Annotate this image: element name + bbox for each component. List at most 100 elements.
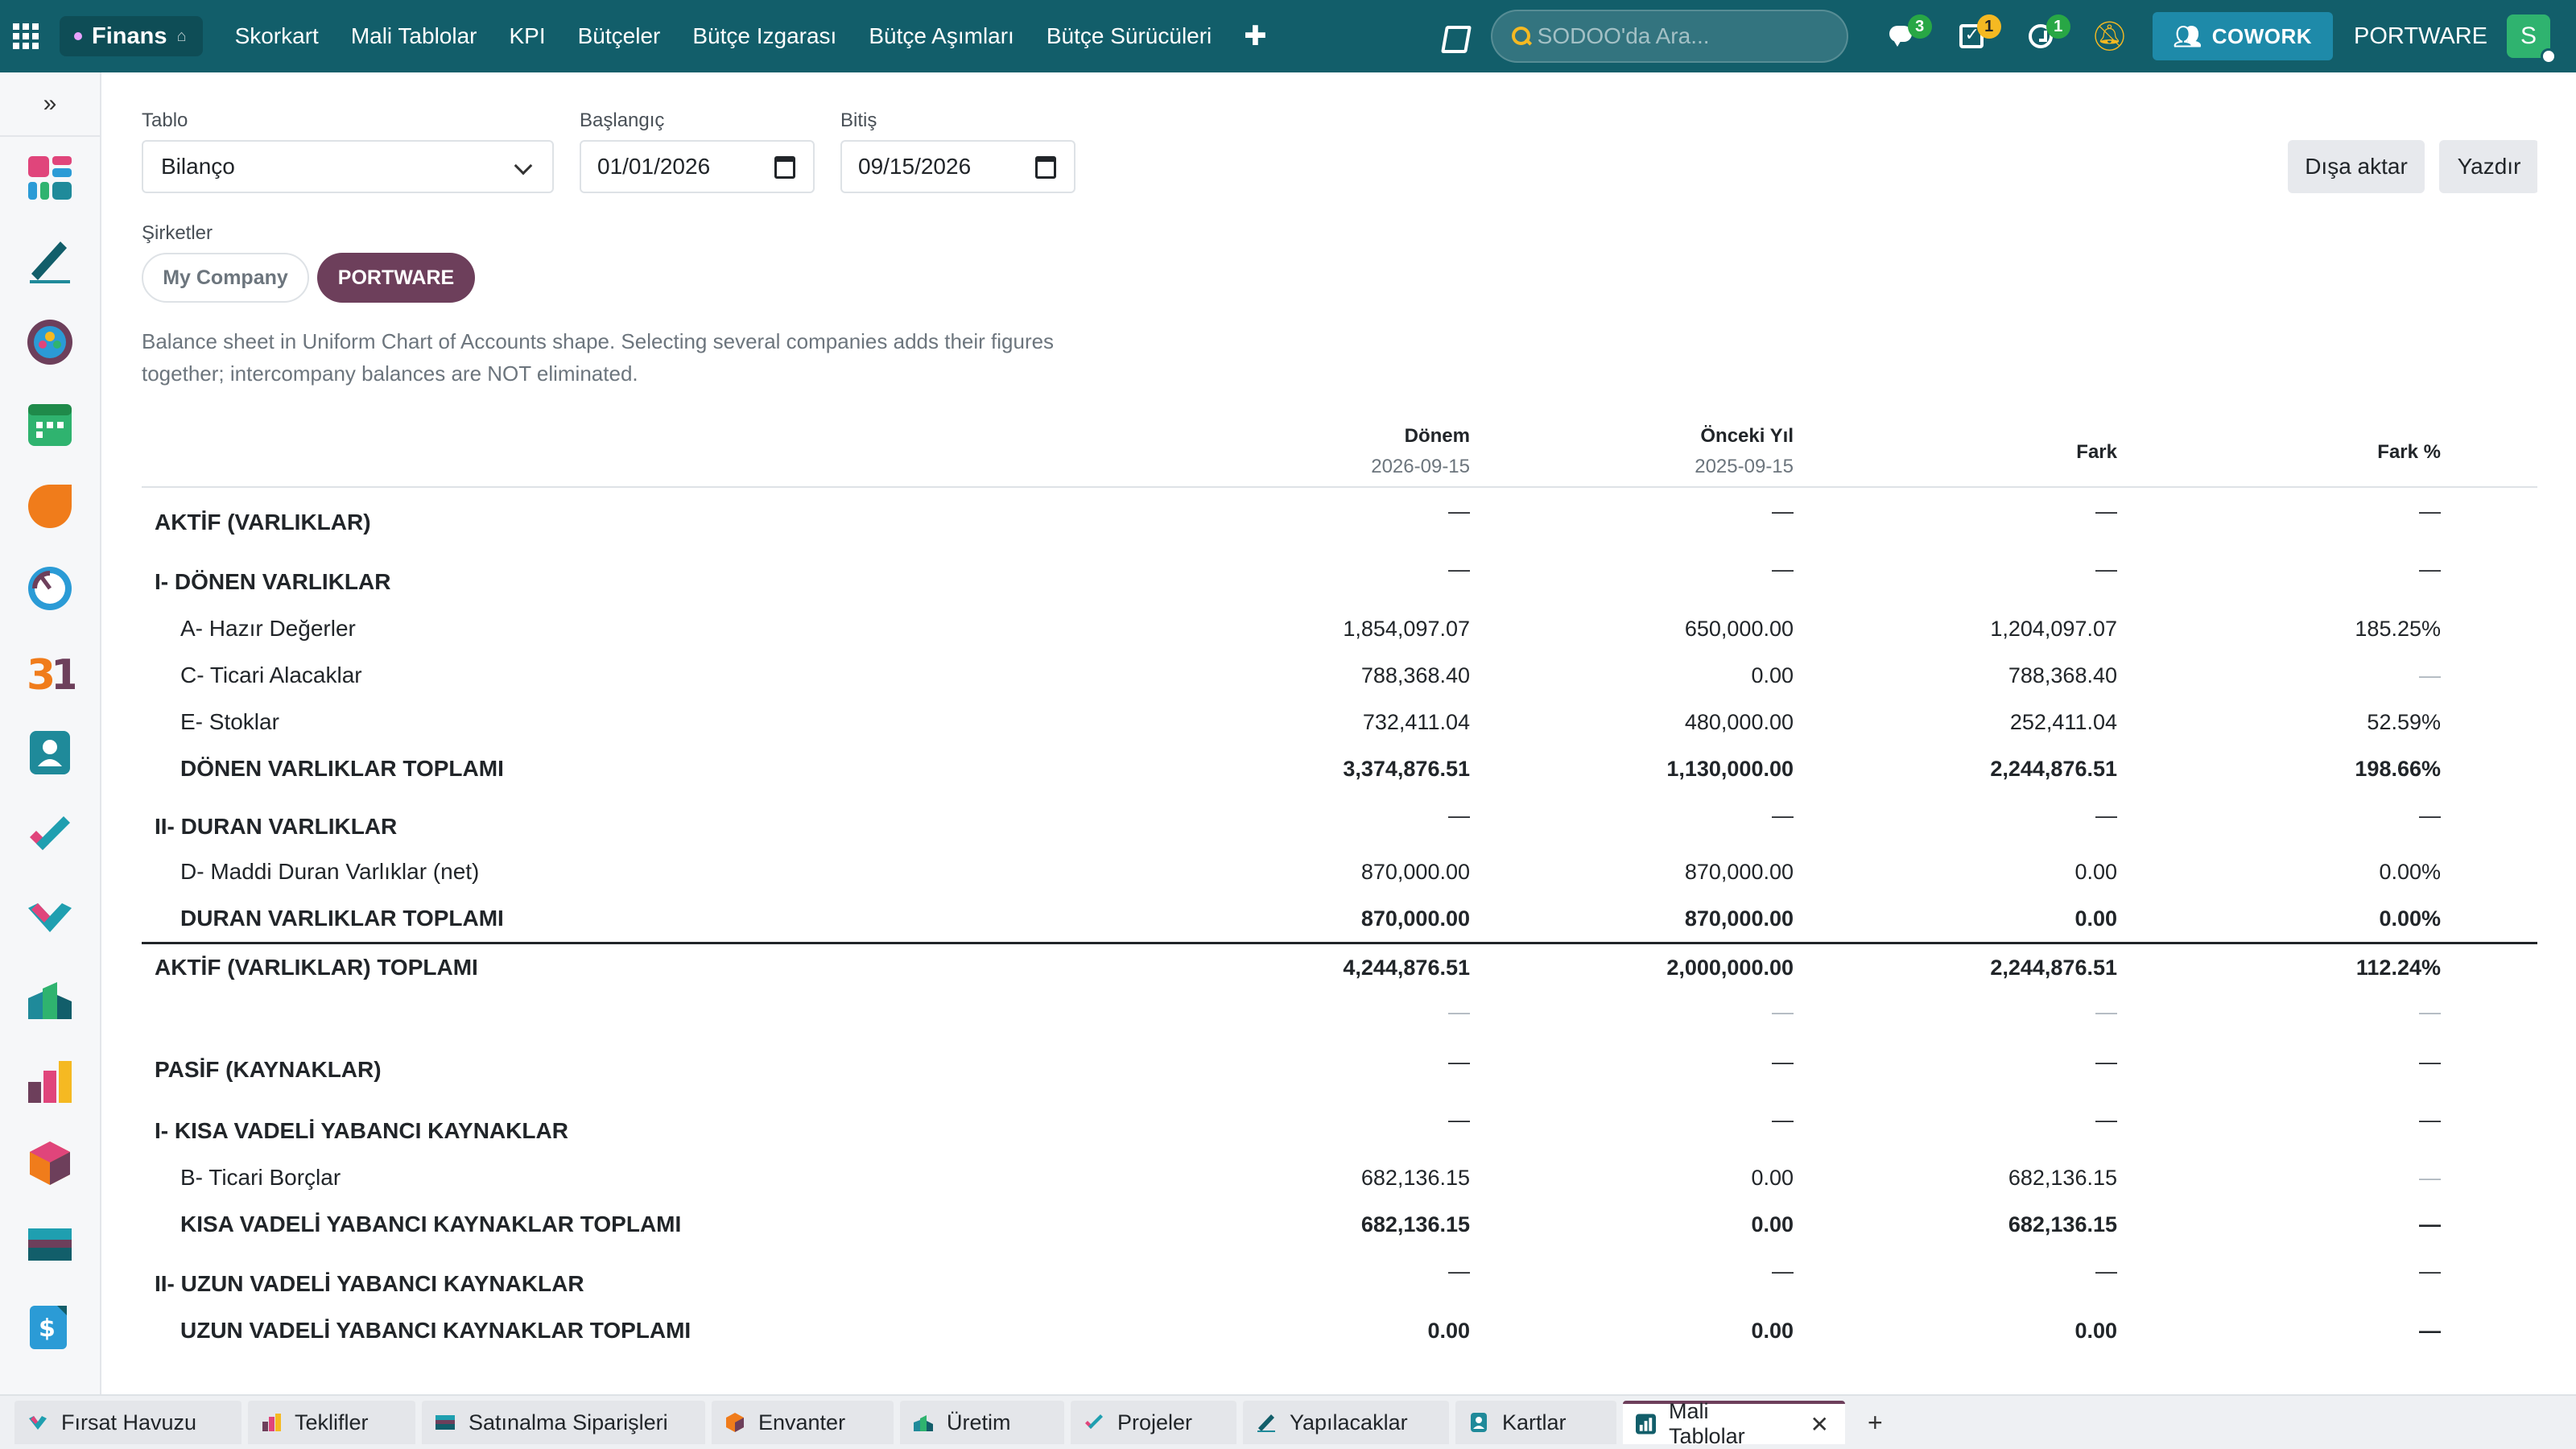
calendar-icon[interactable] (1035, 156, 1056, 179)
company-chip-portware[interactable]: PORTWARE (317, 253, 475, 303)
cell-fark-yuzde: 0.00% (2379, 906, 2441, 931)
todo-icon (1257, 1414, 1275, 1432)
menu-butce-suruculeri[interactable]: Bütçe Sürücüleri (1030, 0, 1228, 72)
sidebar-app-date[interactable]: 3 1 (0, 630, 100, 712)
cell-fark: — (2095, 556, 2117, 581)
sales-icon (262, 1414, 281, 1431)
cell-fark-yuzde: — (2419, 1258, 2441, 1283)
user-avatar[interactable]: S (2507, 14, 2557, 64)
row-label: C- Ticari Alacaklar (180, 663, 362, 687)
tab-label: Üretim (947, 1410, 1011, 1435)
menu-skorkart[interactable]: Skorkart (219, 0, 335, 72)
cell-donem: — (1448, 803, 1470, 828)
add-menu-icon[interactable]: ✚ (1228, 20, 1283, 52)
tab-label: Kartlar (1502, 1410, 1567, 1435)
end-date-label: Bitiş (840, 109, 877, 131)
cowork-button[interactable]: 👥︎ COWORK (2152, 12, 2334, 60)
cell-fark-yuzde: — (2419, 999, 2441, 1024)
table-row: E- Stoklar 732,411.04 480,000.00 252,411… (142, 699, 2537, 745)
purchase-icon (436, 1415, 455, 1430)
sidebar-app-reporting[interactable] (0, 1040, 100, 1122)
menu-mali-tablolar[interactable]: Mali Tablolar (335, 0, 493, 72)
table-select[interactable]: Bilanço (142, 140, 554, 193)
app-dot-icon (74, 32, 82, 40)
search-bar[interactable] (1490, 10, 1848, 63)
grid-icon (13, 23, 39, 49)
cell-fark: 1,204,097.07 (1990, 616, 2117, 641)
cell-onceki-yil: 0.00 (1751, 1165, 1794, 1190)
cell-donem: 732,411.04 (1362, 709, 1470, 734)
tab-uretim[interactable]: Üretim (900, 1401, 1064, 1444)
row-label: AKTİF (VARLIKLAR) (155, 510, 371, 535)
table-row: AKTİF (VARLIKLAR) — — — — (142, 488, 2537, 546)
tab-kartlar[interactable]: Kartlar (1455, 1401, 1616, 1444)
sidebar-app-dashboard[interactable] (0, 137, 100, 219)
expand-sidebar-button[interactable]: » (0, 72, 100, 137)
tab-yapilacaklar[interactable]: Yapılacaklar (1243, 1401, 1449, 1444)
open-tabs-bar: Fırsat Havuzu Teklifler Satınalma Sipari… (0, 1394, 2576, 1449)
tab-projeler[interactable]: Projeler (1071, 1401, 1236, 1444)
sidebar-app-inventory[interactable] (0, 1122, 100, 1204)
tab-label: Envanter (758, 1410, 846, 1435)
row-label: I- DÖNEN VARLIKLAR (155, 569, 391, 594)
cell-fark: 2,244,876.51 (1990, 756, 2117, 781)
search-input[interactable] (1537, 23, 1827, 49)
notifications-button[interactable]: 🔕︎ (2075, 0, 2145, 72)
tab-mali-tablolar[interactable]: Mali Tablolar ✕ (1623, 1399, 1845, 1448)
company-chip-my-company[interactable]: My Company (142, 253, 309, 303)
status-dot-icon (2541, 48, 2557, 64)
top-navbar: Finans ⌂ Skorkart Mali Tablolar KPI Bütç… (0, 0, 2576, 72)
cell-donem: 788,368.40 (1360, 663, 1470, 687)
new-tab-plus-icon[interactable]: + (1868, 1408, 1883, 1438)
current-app-pill[interactable]: Finans ⌂ (60, 16, 203, 56)
card-icon (28, 1228, 72, 1261)
end-date-input[interactable]: 09/15/2026 (840, 140, 1075, 193)
row-label: II- DURAN VARLIKLAR (155, 814, 398, 839)
app-menu-button[interactable] (0, 0, 52, 72)
export-button[interactable]: Dışa aktar (2288, 140, 2425, 193)
svg-text:1: 1 (51, 651, 75, 696)
cell-donem: — (1448, 1049, 1470, 1074)
menu-butce-asimlari[interactable]: Bütçe Aşımları (852, 0, 1030, 72)
messages-button[interactable]: 3 (1868, 0, 1937, 72)
cell-onceki-yil: — (1772, 999, 1794, 1024)
company-switcher[interactable]: PORTWARE (2354, 23, 2487, 50)
cell-fark: 0.00 (2074, 1318, 2117, 1343)
menu-butceler[interactable]: Bütçeler (562, 0, 677, 72)
sidebar-app-timesheet[interactable] (0, 547, 100, 630)
row-label: D- Maddi Duran Varlıklar (net) (180, 859, 480, 884)
home-icon: ⌂ (176, 27, 187, 45)
sidebar-app-manufacturing[interactable] (0, 958, 100, 1040)
close-icon[interactable]: ✕ (1810, 1411, 1829, 1438)
sidebar-app-contacts[interactable] (0, 712, 100, 794)
tab-firsat-havuzu[interactable]: Fırsat Havuzu (14, 1401, 242, 1444)
sidebar-app-sales[interactable] (0, 465, 100, 547)
sidebar-app-community[interactable] (0, 301, 100, 383)
sidebar-app-crm[interactable] (0, 876, 100, 958)
knowledge-book-icon[interactable] (1441, 24, 1468, 48)
tab-teklifler[interactable]: Teklifler (248, 1401, 415, 1444)
cell-fark-yuzde: 185.25% (2355, 616, 2441, 641)
timer-button[interactable]: 1 (2006, 0, 2075, 72)
calendar-icon (28, 404, 72, 446)
cell-donem: 0.00 (1427, 1318, 1470, 1343)
sidebar-app-calendar[interactable] (0, 383, 100, 465)
tab-envanter[interactable]: Envanter (712, 1401, 894, 1444)
start-date-input[interactable]: 01/01/2026 (580, 140, 815, 193)
table-body: AKTİF (VARLIKLAR) — — — — I- DÖNEN VARLI… (142, 488, 2537, 1354)
menu-kpi[interactable]: KPI (493, 0, 561, 72)
calendar-icon[interactable] (774, 156, 795, 179)
menu-butce-izgarasi[interactable]: Bütçe Izgarası (676, 0, 852, 72)
sidebar-app-invoicing[interactable]: $ (0, 1286, 100, 1368)
print-button[interactable]: Yazdır (2439, 140, 2537, 193)
row-label: E- Stoklar (180, 709, 279, 734)
row-label: KISA VADELİ YABANCI KAYNAKLAR TOPLAMI (180, 1212, 682, 1236)
table-row: PASİF (KAYNAKLAR) — — — — (142, 1035, 2537, 1096)
table-row: II- DURAN VARLIKLAR — — — — (142, 792, 2537, 848)
sidebar-app-purchase[interactable] (0, 1204, 100, 1286)
sidebar-app-notes[interactable] (0, 219, 100, 301)
activities-button[interactable]: 1 (1937, 0, 2006, 72)
app-sidebar: » 3 1 $ (0, 72, 101, 1394)
sidebar-app-todo[interactable] (0, 794, 100, 876)
tab-satinalma-siparisleri[interactable]: Satınalma Siparişleri (422, 1401, 705, 1444)
